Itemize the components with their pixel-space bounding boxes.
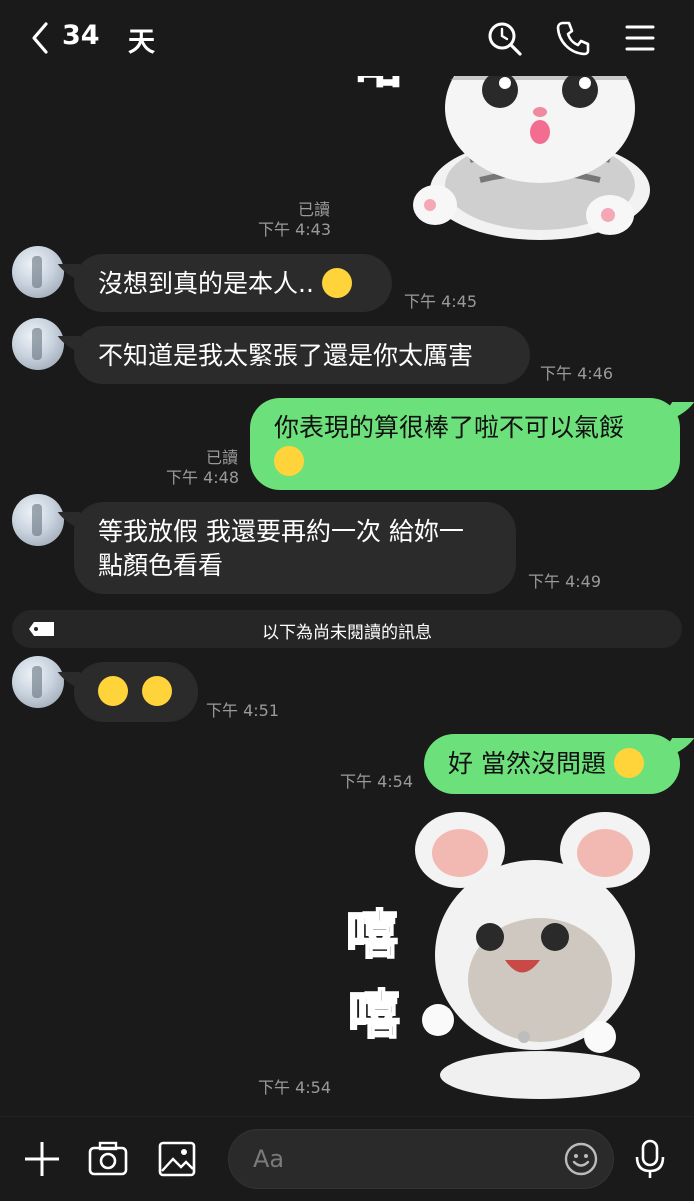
message-text-line1: 等我放假 我還要再約一次 給妳一 bbox=[98, 517, 464, 546]
message-time: 下午 4:46 bbox=[540, 364, 614, 383]
message-time: 下午 4:45 bbox=[404, 292, 478, 311]
winking-tongue-emoji-icon bbox=[141, 676, 172, 706]
message-text-line2: 點顏色看看 bbox=[98, 551, 224, 580]
message-time: 下午 4:48 bbox=[166, 468, 240, 487]
contact-avatar[interactable] bbox=[12, 246, 64, 298]
contact-avatar[interactable] bbox=[12, 318, 64, 370]
outgoing-message-bubble[interactable]: 好 當然沒問題 bbox=[424, 734, 680, 794]
winking-tongue-emoji-icon bbox=[98, 676, 128, 706]
message-text: 不知道是我太緊張了還是你太厲害 bbox=[98, 341, 474, 370]
chat-title[interactable]: 天 bbox=[128, 20, 155, 59]
incoming-message-bubble[interactable] bbox=[74, 662, 198, 722]
cat-sticker-bottom[interactable]: 嘻 嘻 bbox=[340, 805, 670, 1105]
search-icon[interactable] bbox=[484, 18, 524, 58]
sticker-text: 嘻 bbox=[347, 985, 401, 1047]
message-text: 好 當然沒問題 bbox=[448, 749, 606, 778]
message-time: 下午 4:54 bbox=[340, 772, 414, 791]
microphone-icon[interactable] bbox=[628, 1137, 672, 1181]
menu-icon[interactable] bbox=[620, 18, 660, 58]
message-text: 沒想到真的是本人.. bbox=[98, 269, 314, 298]
message-input-bar: Aa bbox=[0, 1116, 694, 1201]
emoji-icon[interactable] bbox=[563, 1141, 599, 1177]
phone-icon[interactable] bbox=[553, 18, 593, 58]
camera-icon[interactable] bbox=[86, 1137, 130, 1181]
image-icon[interactable] bbox=[155, 1137, 199, 1181]
sweat-smile-emoji-icon bbox=[321, 268, 352, 298]
smiling-hearts-emoji-icon bbox=[613, 748, 644, 778]
back-chevron-icon[interactable] bbox=[26, 18, 56, 58]
unread-count[interactable]: 34 bbox=[62, 20, 100, 51]
kissing-emoji-icon bbox=[274, 446, 304, 476]
incoming-message-bubble[interactable]: 沒想到真的是本人.. bbox=[74, 254, 392, 312]
message-time: 下午 4:43 bbox=[258, 220, 332, 239]
divider-text: 以下為尚未閱讀的訊息 bbox=[262, 623, 432, 643]
message-time: 下午 4:51 bbox=[206, 701, 280, 720]
contact-avatar[interactable] bbox=[12, 494, 64, 546]
contact-avatar[interactable] bbox=[12, 656, 64, 708]
unread-messages-divider: 以下為尚未閱讀的訊息 bbox=[12, 610, 682, 648]
message-input[interactable]: Aa bbox=[228, 1129, 614, 1189]
incoming-message-bubble[interactable]: 不知道是我太緊張了還是你太厲害 bbox=[74, 326, 530, 384]
message-time: 下午 4:54 bbox=[258, 1078, 332, 1097]
sticker-text: 嘻 bbox=[345, 905, 399, 967]
input-placeholder: Aa bbox=[253, 1145, 285, 1173]
incoming-message-bubble[interactable]: 等我放假 我還要再約一次 給妳一 點顏色看看 bbox=[74, 502, 516, 594]
chat-header: 34 天 bbox=[0, 0, 694, 76]
message-time: 下午 4:49 bbox=[528, 572, 602, 591]
plus-icon[interactable] bbox=[20, 1137, 64, 1181]
message-text: 你表現的算很棒了啦不可以氣餒 bbox=[274, 413, 625, 442]
outgoing-message-bubble[interactable]: 你表現的算很棒了啦不可以氣餒 bbox=[250, 398, 680, 490]
